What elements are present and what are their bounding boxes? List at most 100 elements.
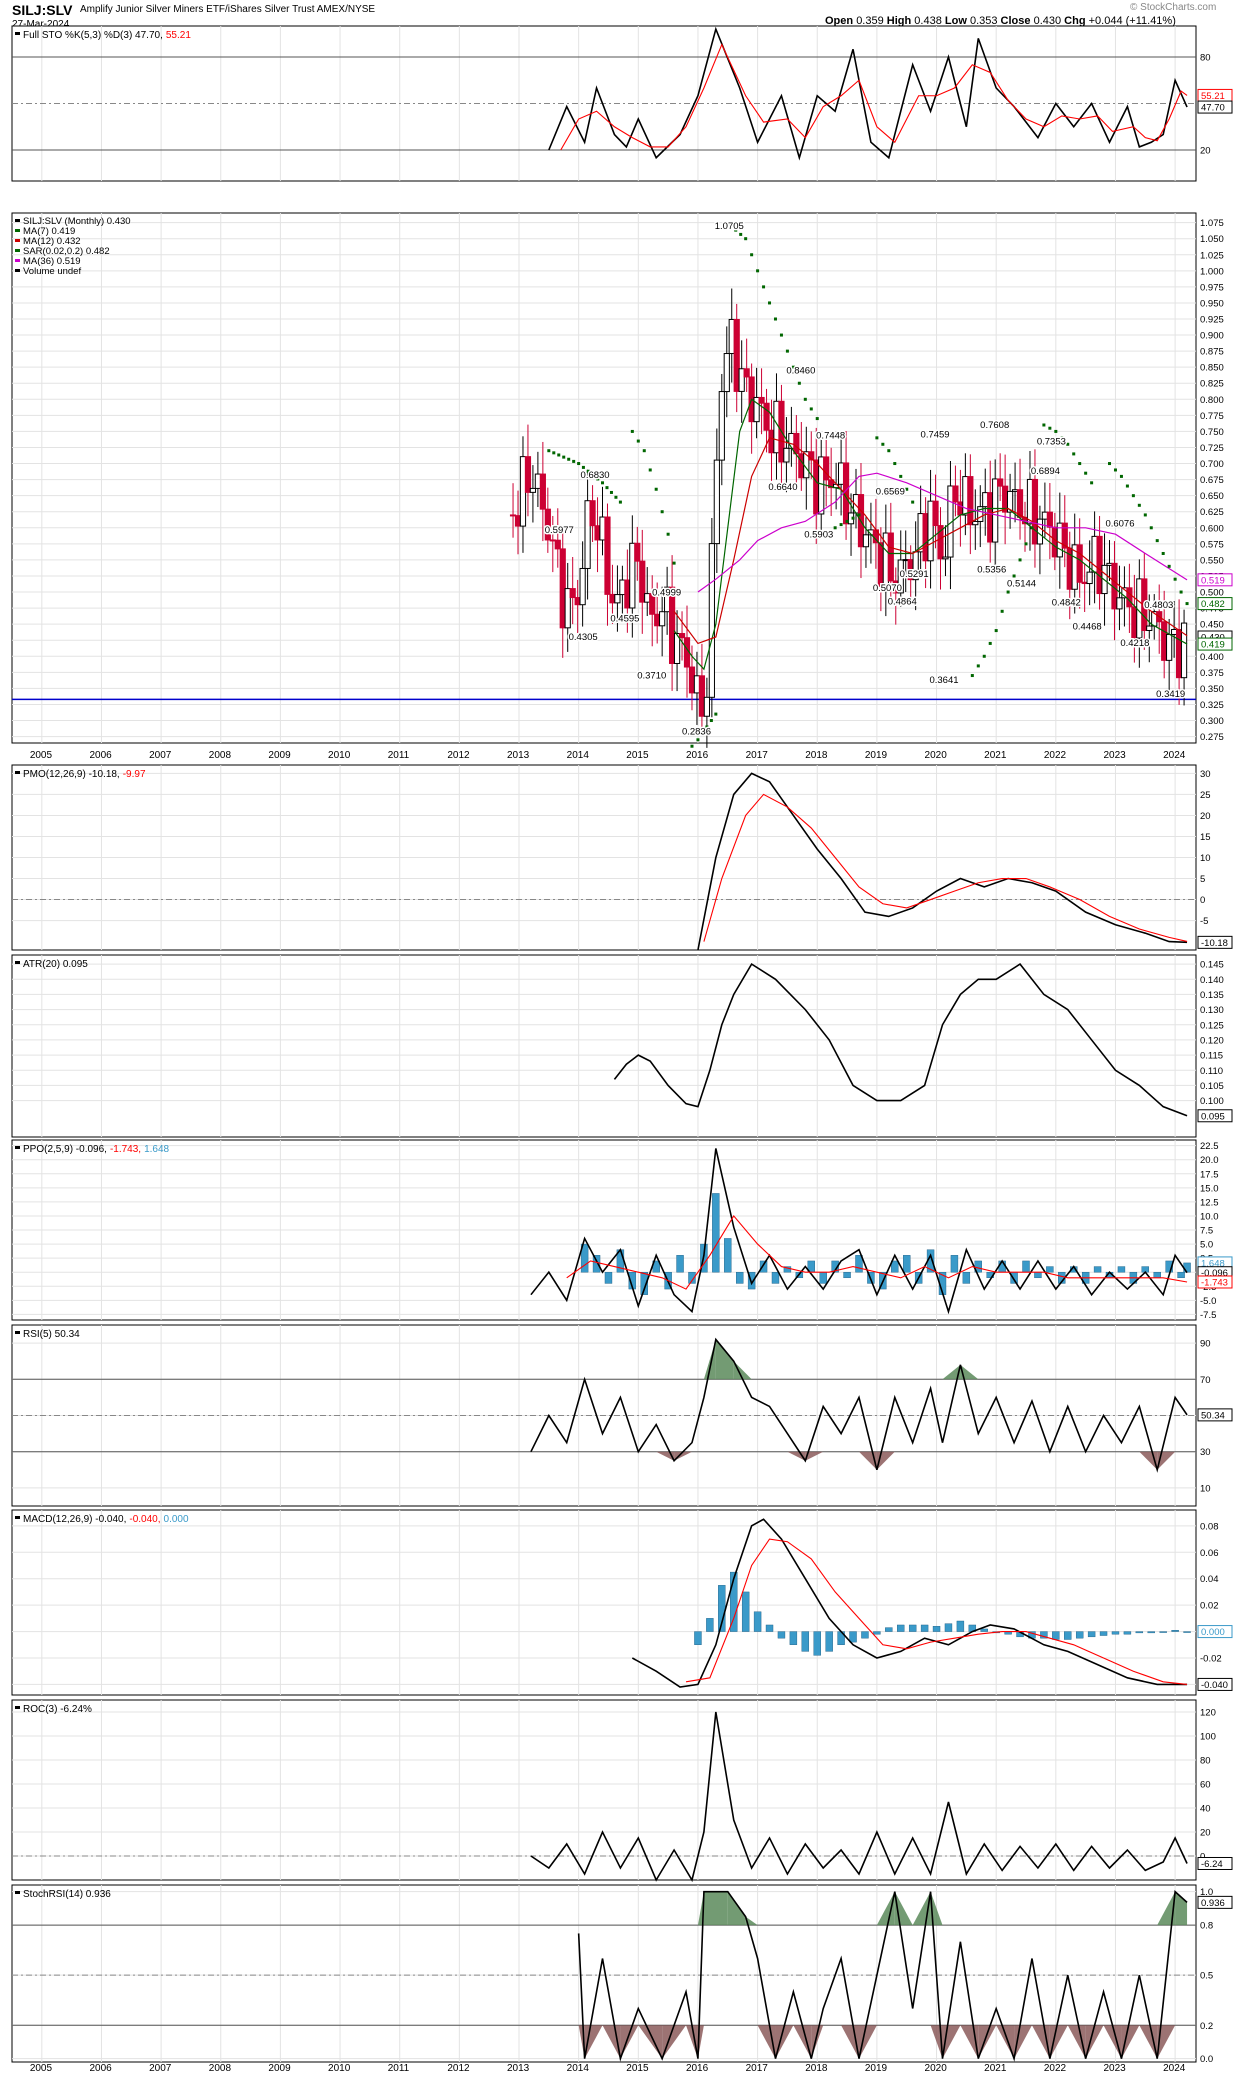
x-axis-labels-price: 2005 2006 2007 2008 2009 2010 2011 2012 2013 2014… <box>30 750 1186 761</box>
sar-dot <box>581 465 585 469</box>
y-tick-label: 0.650 <box>1200 491 1224 502</box>
sar-dot <box>1054 429 1058 433</box>
legend-entry: StochRSI(14) 0.936 <box>23 1889 111 1900</box>
histogram-bar <box>873 1631 881 1635</box>
sar-dot <box>609 490 613 494</box>
y-tick-label: 0.105 <box>1200 1081 1224 1092</box>
sar-dot <box>773 317 777 321</box>
y-tick-label: 0.375 <box>1200 668 1224 679</box>
sar-dot <box>660 510 664 514</box>
y-tick-label: 0.575 <box>1200 539 1224 550</box>
x-tick-label: 2020 <box>925 2063 948 2074</box>
y-tick-label: 1.000 <box>1200 266 1224 277</box>
histogram-bar <box>897 1624 905 1632</box>
histogram-bar <box>903 1255 911 1273</box>
legend-entry: MACD(12,26,9) -0.040, -0.040, 0.000 <box>23 1514 189 1525</box>
histogram-bar <box>1064 1631 1072 1640</box>
sar-dot <box>1018 558 1022 562</box>
legend-histogram: 0.000 <box>164 1514 189 1525</box>
panel-ppo: 22.520.017.515.012.510.07.55.02.50.0-2.5… <box>11 1139 1233 1321</box>
y-tick-label: 10 <box>1200 1483 1211 1494</box>
candle-body <box>743 368 750 378</box>
y-tick-label: 0.0 <box>1200 2054 1213 2065</box>
x-tick-label: 2006 <box>89 750 112 761</box>
candle-body <box>768 429 775 454</box>
candle-body <box>514 515 522 527</box>
histogram-bar <box>1117 1266 1126 1273</box>
histogram-bar <box>885 1627 893 1632</box>
panel-sto: 802055.2147.70Full STO %K(5,3) %D(3) 47.… <box>11 25 1233 182</box>
legend-entry: RSI(5) 50.34 <box>23 1329 80 1340</box>
y-tick-label: 7.5 <box>1200 1226 1213 1237</box>
price-annotation: 0.5977 <box>545 525 574 536</box>
sar-dot <box>803 397 807 401</box>
legend-histogram: 1.648 <box>144 1144 169 1155</box>
y-tick-label: 0.100 <box>1200 1096 1224 1107</box>
y-tick-label: 0.115 <box>1200 1051 1223 1062</box>
y-tick-label: 0.725 <box>1200 443 1224 454</box>
legend-entry: Full STO %K(5,3) %D(3) 47.70, 55.21 <box>23 30 191 41</box>
candle-body <box>534 473 541 489</box>
sar-dot <box>833 526 837 530</box>
sar-dot <box>851 516 855 520</box>
price-annotation: 0.6894 <box>1031 466 1060 477</box>
sar-dot <box>1006 590 1010 594</box>
legend-swatch <box>15 1331 20 1334</box>
candle-body <box>922 513 929 562</box>
x-tick-label: 2011 <box>388 2063 410 2074</box>
candle-body <box>1046 511 1053 528</box>
y-tick-label: 0.125 <box>1200 1020 1224 1031</box>
sar-dot <box>1179 590 1183 594</box>
sar-dot <box>562 455 566 459</box>
legend-signal: -9.97 <box>123 769 146 780</box>
candle-body <box>634 542 641 562</box>
panel-atr: 0.145 0.140 0.135 0.130 0.125 0.120 0.115 0.110… <box>11 954 1233 1138</box>
current-value-label: 50.34 <box>1201 1410 1225 1421</box>
x-tick-label: 2012 <box>447 750 470 761</box>
x-tick-label: 2022 <box>1044 2063 1067 2074</box>
y-tick-label: 90 <box>1200 1339 1211 1350</box>
panel-stochrsi: 1.00.80.50.20.00.936StochRSI(14) 0.936 <box>11 1884 1233 2065</box>
x-tick-label: 2010 <box>328 750 351 761</box>
candle-body <box>823 456 830 481</box>
y-tick-label: 12.5 <box>1200 1197 1219 1208</box>
histogram-bar <box>980 1628 988 1632</box>
histogram-bar <box>1075 1631 1084 1639</box>
x-tick-label: 2005 <box>30 750 53 761</box>
x-tick-label: 2015 <box>626 2063 649 2074</box>
candle-body <box>788 432 795 449</box>
panel-frame <box>11 954 1197 1138</box>
y-tick-label: 0.700 <box>1200 459 1224 470</box>
panel-roc: 120100806040200-6.24ROC(3) -6.24% <box>11 1699 1233 1883</box>
x-tick-label: 2015 <box>626 750 649 761</box>
candle-body <box>957 501 964 516</box>
legend-entry: PMO(12,26,9) -10.18, -9.97 <box>23 769 146 780</box>
candle-body <box>644 593 651 603</box>
sar-dot <box>690 744 694 748</box>
current-value-label: -1.743 <box>1201 1277 1228 1288</box>
panel-rsi: 907050301050.34RSI(5) 50.34 <box>11 1324 1233 1507</box>
candle-body <box>579 567 586 606</box>
current-value-label: 0.000 <box>1201 1627 1225 1638</box>
candle-body <box>758 396 765 404</box>
y-tick-label: 0.02 <box>1200 1601 1219 1612</box>
y-tick-label: 22.5 <box>1200 1141 1219 1152</box>
x-tick-label: 2021 <box>984 2063 1007 2074</box>
histogram-bar <box>1087 1631 1096 1638</box>
y-tick-label: 0.900 <box>1200 331 1224 342</box>
panel-frame <box>11 1509 1197 1696</box>
sar-dot <box>875 436 879 440</box>
y-tick-label: 1.075 <box>1200 218 1224 229</box>
y-tick-label: 0.625 <box>1200 507 1224 518</box>
x-tick-label: 2013 <box>507 2063 530 2074</box>
price-annotation: 0.7459 <box>921 430 950 441</box>
y-tick-label: 0.145 <box>1200 960 1224 971</box>
y-tick-label: 0 <box>1200 895 1205 906</box>
sar-dot <box>756 269 760 273</box>
histogram-bar <box>1177 1271 1185 1279</box>
candle-body <box>529 487 537 493</box>
histogram-bar <box>712 1193 720 1273</box>
sar-dot <box>1131 494 1135 498</box>
sar-dot <box>1024 542 1028 546</box>
histogram-bar <box>962 1271 971 1284</box>
